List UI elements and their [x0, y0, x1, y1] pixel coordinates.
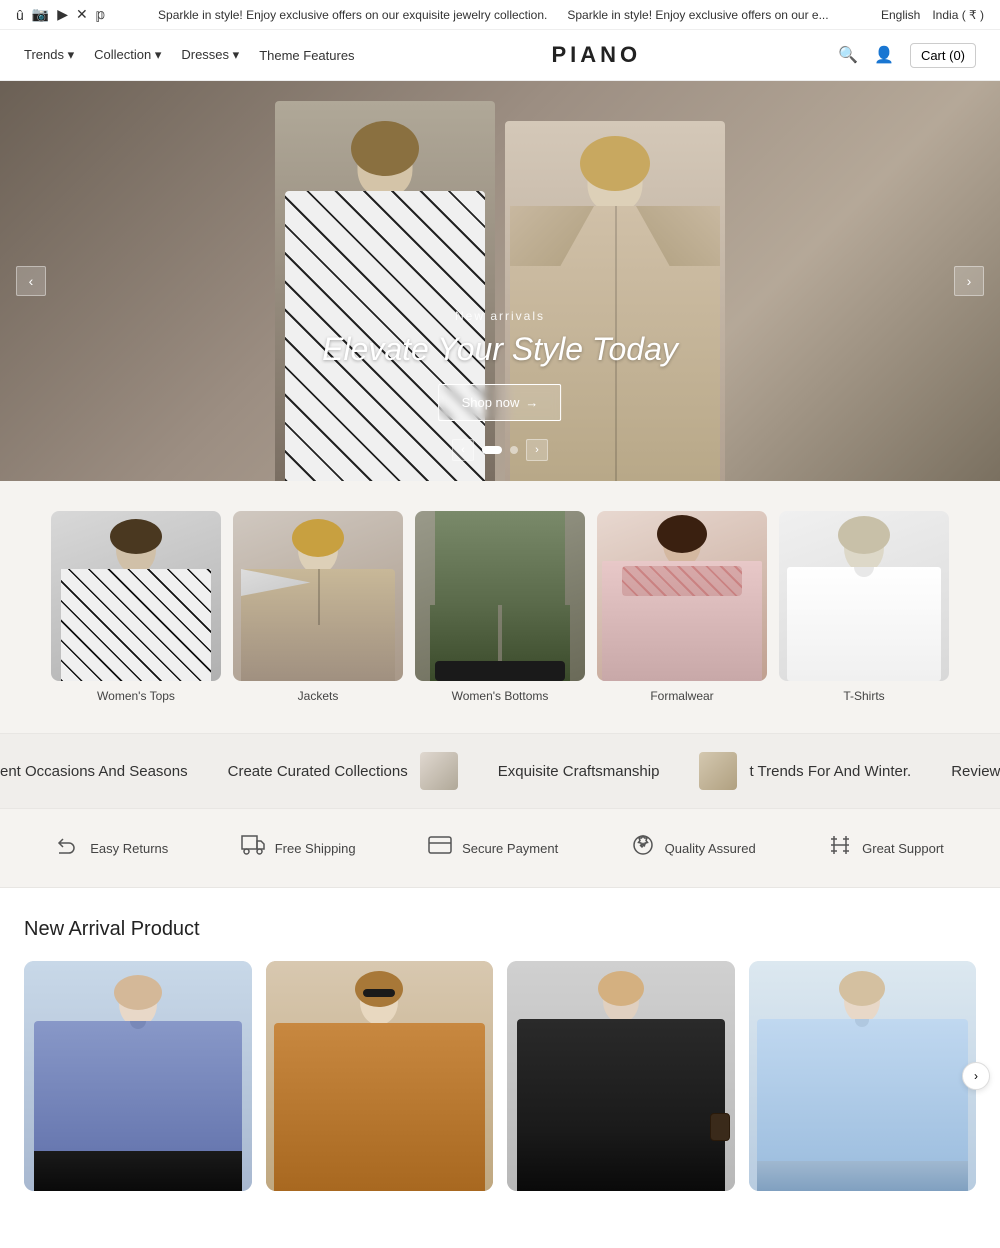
hero-dots-next[interactable]: ›: [526, 439, 548, 461]
marquee-thumb-1: [420, 752, 458, 790]
product-image-1: 16% off: [24, 961, 252, 1191]
cart-button[interactable]: Cart (0): [910, 43, 976, 68]
feature-quality-assured: Quality Assured: [631, 833, 756, 863]
product-grid: 16% off 18% off: [24, 961, 976, 1191]
returns-icon: [56, 833, 80, 863]
youtube-icon[interactable]: ▶: [57, 6, 68, 23]
features-bar: Easy Returns Free Shipping Secure Paymen…: [0, 809, 1000, 888]
feature-great-support: Great Support: [828, 833, 944, 863]
category-tshirts-label: T-Shirts: [843, 689, 884, 703]
navbar: Trends ▾ Collection ▾ Dresses ▾ Theme Fe…: [0, 30, 1000, 81]
nav-trends[interactable]: Trends ▾: [24, 47, 74, 63]
category-bottoms-image: [415, 511, 585, 681]
hero-title: Elevate Your Style Today: [322, 331, 678, 368]
marquee-item-4: t Trends For And Winter.: [699, 752, 911, 790]
announcement-text: Sparkle in style! Enjoy exclusive offers…: [106, 8, 881, 22]
secure-payment-label: Secure Payment: [462, 841, 558, 856]
marquee-thumb-2: [699, 752, 737, 790]
hero-background: [0, 81, 1000, 481]
feature-free-shipping: Free Shipping: [241, 833, 356, 863]
hero-content: New arrivals Elevate Your Style Today Sh…: [322, 309, 678, 421]
product-image-4: 11% off: [749, 961, 977, 1191]
account-icon[interactable]: 👤: [874, 45, 894, 65]
product-card-4[interactable]: 11% off: [749, 961, 977, 1191]
payment-icon: [428, 833, 452, 863]
locale-selector[interactable]: English India ( ₹ ): [881, 8, 984, 22]
category-tshirts-image: [779, 511, 949, 681]
marquee-item-1: ent Occasions And Seasons: [0, 763, 188, 780]
marquee-item-3: Exquisite Craftsmanship: [498, 763, 660, 780]
category-jackets-label: Jackets: [298, 689, 339, 703]
marquee-item-5: Review Specific Clothing Items: [951, 763, 1000, 780]
category-formalwear-image: [597, 511, 767, 681]
new-arrivals-section: New Arrival Product 16% off 18% off: [0, 888, 1000, 1221]
support-icon: [828, 833, 852, 863]
pinterest-icon[interactable]: 𝕡: [96, 6, 106, 23]
twitter-x-icon[interactable]: ✕: [76, 6, 88, 23]
announcement-bar: û 📷 ▶ ✕ 𝕡 Sparkle in style! Enjoy exclus…: [0, 0, 1000, 30]
currency-selector[interactable]: India ( ₹ ): [932, 8, 984, 22]
category-tops-label: Women's Tops: [97, 689, 175, 703]
categories-section: Women's Tops Jackets: [0, 481, 1000, 733]
nav-theme-features[interactable]: Theme Features: [259, 48, 354, 63]
facebook-icon[interactable]: û: [16, 7, 24, 23]
hero-dots-prev[interactable]: ‹: [452, 439, 474, 461]
hero-dots: ‹ ›: [452, 439, 548, 461]
search-icon[interactable]: 🔍: [838, 45, 858, 65]
quality-icon: [631, 833, 655, 863]
product-card-2[interactable]: 18% off: [266, 961, 494, 1191]
hero-dot-2[interactable]: [510, 446, 518, 454]
social-icons: û 📷 ▶ ✕ 𝕡: [16, 6, 106, 23]
hero-subtitle: New arrivals: [322, 309, 678, 323]
category-formalwear[interactable]: Formalwear: [597, 511, 767, 703]
hero-next-arrow[interactable]: ›: [954, 266, 984, 296]
category-womens-bottoms[interactable]: Women's Bottoms: [415, 511, 585, 703]
nav-left: Trends ▾ Collection ▾ Dresses ▾ Theme Fe…: [24, 47, 355, 63]
feature-secure-payment: Secure Payment: [428, 833, 558, 863]
easy-returns-label: Easy Returns: [90, 841, 168, 856]
category-grid: Women's Tops Jackets: [20, 511, 980, 703]
category-tops-image: [51, 511, 221, 681]
hero-section: ‹ › New arrivals Elevate Your Style Toda…: [0, 81, 1000, 481]
marquee-section: ent Occasions And Seasons Create Curated…: [0, 733, 1000, 809]
nav-collection[interactable]: Collection ▾: [94, 47, 161, 63]
feature-easy-returns: Easy Returns: [56, 833, 168, 863]
hero-prev-arrow[interactable]: ‹: [16, 266, 46, 296]
product-card-3[interactable]: 6% off: [507, 961, 735, 1191]
nav-right: 🔍 👤 Cart (0): [838, 43, 976, 68]
category-jackets[interactable]: Jackets: [233, 511, 403, 703]
category-bottoms-label: Women's Bottoms: [452, 689, 549, 703]
product-grid-next-button[interactable]: ›: [962, 1062, 990, 1090]
category-womens-tops[interactable]: Women's Tops: [51, 511, 221, 703]
category-jackets-image: [233, 511, 403, 681]
site-logo[interactable]: PIANO: [551, 42, 641, 68]
free-shipping-label: Free Shipping: [275, 841, 356, 856]
new-arrivals-title: New Arrival Product: [24, 918, 976, 941]
product-image-2: 18% off: [266, 961, 494, 1191]
hero-cta-button[interactable]: Shop now →: [439, 384, 562, 421]
instagram-icon[interactable]: 📷: [32, 6, 49, 23]
quality-assured-label: Quality Assured: [665, 841, 756, 856]
shipping-icon: [241, 833, 265, 863]
product-image-3: 6% off: [507, 961, 735, 1191]
marquee-item-2: Create Curated Collections: [228, 752, 458, 790]
great-support-label: Great Support: [862, 841, 944, 856]
hero-dot-1[interactable]: [482, 446, 502, 454]
nav-dresses[interactable]: Dresses ▾: [181, 47, 239, 63]
marquee-content: ent Occasions And Seasons Create Curated…: [0, 752, 1000, 790]
product-card-1[interactable]: 16% off: [24, 961, 252, 1191]
category-tshirts[interactable]: T-Shirts: [779, 511, 949, 703]
category-formalwear-label: Formalwear: [650, 689, 713, 703]
language-selector[interactable]: English: [881, 8, 920, 22]
